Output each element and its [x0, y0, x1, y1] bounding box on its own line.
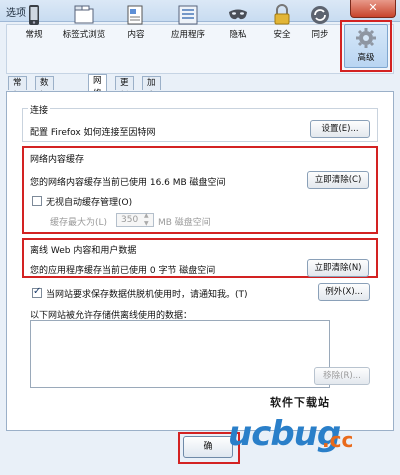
subtab-update[interactable]: 更新 [115, 76, 134, 101]
cache-usage-text: 您的网络内容缓存当前已使用 16.6 MB 磁盘空间 [30, 178, 226, 188]
offline-clear-button[interactable]: 立即清除(N) [307, 259, 369, 277]
allowed-sites-list[interactable] [30, 320, 330, 388]
subtab-network[interactable]: 网络 [88, 74, 107, 99]
cache-limit-unit: MB 磁盘空间 [158, 218, 211, 228]
phone-icon [29, 5, 39, 25]
connection-text: 配置 Firefox 如何连接至因特网 [30, 128, 156, 138]
toolbar-content[interactable]: 内容 [112, 2, 160, 46]
toolbar-label: 隐私 [229, 30, 247, 40]
toolbar-tabs[interactable]: 标签式浏览 [60, 2, 108, 46]
cache-limit-label: 缓存最大为(L) [50, 218, 108, 228]
toolbar-label: 内容 [127, 30, 145, 40]
toolbar-label: 常规 [25, 30, 43, 40]
exceptions-button[interactable]: 例外(X)... [318, 283, 370, 301]
cache-limit-value: 350 [121, 215, 139, 225]
tabs-icon [74, 5, 94, 24]
offline-title: 离线 Web 内容和用户数据 [30, 246, 137, 256]
remove-button[interactable]: 移除(R)... [314, 367, 370, 385]
toolbar-applications[interactable]: 应用程序 [164, 2, 212, 46]
subtab-encryption[interactable]: 加密 [142, 76, 161, 101]
toolbar-label: 应用程序 [170, 30, 205, 40]
offline-notify-checkbox[interactable] [32, 286, 42, 298]
subtab-data-choices[interactable]: 数据选择权 [35, 76, 54, 140]
override-cache-label: 无视自动缓存管理(O) [46, 198, 133, 208]
cache-title: 网络内容缓存 [30, 155, 85, 165]
sync-icon [311, 6, 329, 24]
toolbar-label: 标签式浏览 [62, 30, 106, 40]
watermark-text: 软件下载站 [270, 396, 330, 409]
mask-icon [229, 9, 247, 20]
applications-icon [178, 5, 198, 25]
toolbar-general[interactable]: 常规 [10, 2, 58, 46]
document-icon [127, 5, 143, 25]
toolbar-privacy[interactable]: 隐私 [214, 2, 262, 46]
toolbar-sync[interactable]: 同步 [296, 2, 344, 46]
connection-title: 连接 [28, 103, 51, 116]
override-cache-checkbox[interactable] [32, 196, 42, 206]
cache-clear-button[interactable]: 立即清除(C) [307, 171, 369, 189]
connection-settings-button[interactable]: 设置(E)... [310, 120, 370, 138]
stepper-arrows-icon: ▲ ▼ [144, 212, 149, 227]
advanced-highlight [340, 20, 392, 72]
subtab-general[interactable]: 常规 [8, 76, 27, 101]
close-button[interactable]: ✕ [350, 0, 396, 18]
offline-notify-label: 当网站要求保存数据供脱机使用时，请通知我。(T) [46, 290, 248, 300]
toolbar-label: 同步 [311, 30, 329, 40]
padlock-icon [274, 4, 290, 25]
offline-usage-text: 您的应用程序缓存当前已使用 0 字节 磁盘空间 [30, 266, 216, 276]
watermark-suffix: .cc [322, 428, 354, 452]
cache-limit-stepper[interactable]: 350 ▲ ▼ [116, 212, 154, 227]
